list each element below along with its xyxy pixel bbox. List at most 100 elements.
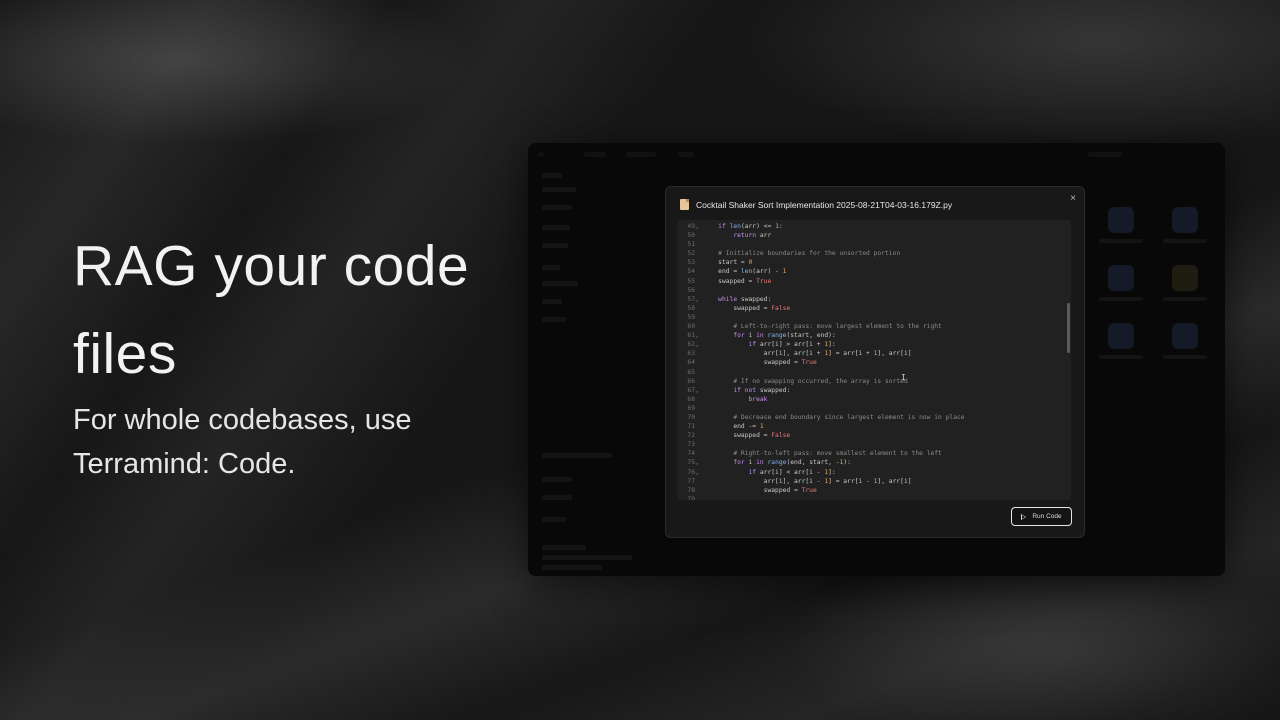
fold-chevron-icon[interactable]: ⌄ <box>695 458 703 467</box>
line-number: 57 <box>687 295 695 303</box>
code-line: 76⌄ if arr[i] < arr[i - 1]: <box>679 468 1071 477</box>
hero-subline: For whole codebases, use Terramind: Code… <box>73 404 412 480</box>
fold-chevron-icon <box>695 377 703 386</box>
code-text: break <box>748 395 768 403</box>
code-line: 79 <box>679 495 1071 500</box>
play-icon <box>1021 513 1027 520</box>
code-text: swapped = False <box>703 432 791 440</box>
line-number: 54 <box>687 268 695 276</box>
code-line: 51 <box>679 240 1071 249</box>
code-text: for i in range(end, start, -1): <box>733 459 851 467</box>
code-line: 64 swapped = True <box>679 358 1071 367</box>
code-line: 56 <box>679 286 1071 295</box>
code-line: 77 arr[i], arr[i - 1] = arr[i - 1], arr[… <box>679 477 1071 486</box>
fold-chevron-icon[interactable]: ⌄ <box>695 386 703 395</box>
code-text: if not swapped: <box>733 386 791 394</box>
line-number: 73 <box>687 441 695 449</box>
code-line: 71 end -= 1 <box>679 422 1071 431</box>
line-number: 74 <box>687 450 695 458</box>
python-file-icon <box>680 199 689 210</box>
fold-chevron-icon[interactable]: ⌄ <box>695 468 703 477</box>
fold-chevron-icon <box>695 431 703 440</box>
code-text: # Left-to-right pass: move largest eleme… <box>733 323 942 331</box>
fold-chevron-icon <box>695 368 703 377</box>
fold-chevron-icon <box>695 449 703 458</box>
code-line: 60 # Left-to-right pass: move largest el… <box>679 322 1071 331</box>
code-text: arr[i], arr[i - 1] = arr[i - 1], arr[i] <box>703 477 912 485</box>
fold-chevron-icon <box>695 249 703 258</box>
code-text: # Decrease end boundary since largest el… <box>733 413 965 421</box>
fold-chevron-icon[interactable]: ⌄ <box>695 340 703 349</box>
line-number: 58 <box>687 304 695 312</box>
code-line: 75⌄ for i in range(end, start, -1): <box>679 458 1071 467</box>
modal-title: Cocktail Shaker Sort Implementation 2025… <box>696 199 953 210</box>
fold-chevron-icon[interactable]: ⌄ <box>695 331 703 340</box>
fold-chevron-icon <box>695 477 703 486</box>
code-text: # Initialize boundaries for the unsorted… <box>718 250 901 258</box>
code-line: 78 swapped = True <box>679 486 1071 495</box>
code-line: 58 swapped = False <box>679 304 1071 313</box>
code-line: 59 <box>679 313 1071 322</box>
code-line: 74 # Right-to-left pass: move smallest e… <box>679 449 1071 458</box>
code-line: 67⌄ if not swapped: <box>679 386 1071 395</box>
fold-chevron-icon <box>695 240 703 249</box>
line-number: 51 <box>687 241 695 249</box>
code-text: return arr <box>733 232 772 240</box>
code-text: # Right-to-left pass: move smallest elem… <box>733 450 942 458</box>
code-text: swapped = True <box>703 359 817 367</box>
code-line: 52 # Initialize boundaries for the unsor… <box>679 249 1071 258</box>
line-number: 68 <box>687 395 695 403</box>
code-line: 53 start = 0 <box>679 258 1071 267</box>
line-number: 50 <box>687 232 695 240</box>
line-number: 76 <box>687 468 695 476</box>
code-line: 65 <box>679 368 1071 377</box>
fold-chevron-icon <box>695 304 703 313</box>
code-lines: 49⌄ if len(arr) <= 1: 50 return arr 51 52 … <box>677 222 1071 500</box>
code-line: 68 break <box>679 395 1071 404</box>
code-viewer[interactable]: 49⌄ if len(arr) <= 1: 50 return arr 51 52 … <box>677 220 1071 500</box>
code-text: start = 0 <box>703 259 753 267</box>
fold-chevron-icon <box>695 404 703 413</box>
line-number: 56 <box>687 286 695 294</box>
code-text: swapped = False <box>703 304 791 312</box>
line-number: 67 <box>687 386 695 394</box>
line-number: 64 <box>687 359 695 367</box>
line-number: 53 <box>687 259 695 267</box>
fold-chevron-icon <box>695 231 703 240</box>
line-number: 65 <box>687 368 695 376</box>
line-number: 63 <box>687 350 695 358</box>
code-line: 63 arr[i], arr[i + 1] = arr[i + 1], arr[… <box>679 349 1071 358</box>
fold-chevron-icon <box>695 286 703 295</box>
run-code-label: Run Code <box>1032 513 1062 520</box>
code-line: 61⌄ for i in range(start, end): <box>679 331 1071 340</box>
fold-chevron-icon <box>695 267 703 276</box>
line-number: 79 <box>687 495 695 500</box>
close-icon[interactable]: × <box>1070 193 1076 204</box>
fold-chevron-icon[interactable]: ⌄ <box>695 222 703 231</box>
code-text: while swapped: <box>718 295 772 303</box>
fold-chevron-icon <box>695 495 703 500</box>
fold-chevron-icon <box>695 486 703 495</box>
code-line: 55 swapped = True <box>679 277 1071 286</box>
line-number: 55 <box>687 277 695 285</box>
modal-header: Cocktail Shaker Sort Implementation 2025… <box>680 199 952 210</box>
code-text: # If no swapping occurred, the array is … <box>733 377 908 385</box>
code-text: swapped = True <box>703 486 817 494</box>
code-line: 50 return arr <box>679 231 1071 240</box>
code-line: 62⌄ if arr[i] > arr[i + 1]: <box>679 340 1071 349</box>
line-number: 62 <box>687 341 695 349</box>
run-code-button[interactable]: Run Code <box>1011 507 1072 526</box>
code-line: 73 <box>679 440 1071 449</box>
fold-chevron-icon[interactable]: ⌄ <box>695 295 703 304</box>
line-number: 66 <box>687 377 695 385</box>
fold-chevron-icon <box>695 440 703 449</box>
code-line: 70 # Decrease end boundary since largest… <box>679 413 1071 422</box>
code-line: 57⌄ while swapped: <box>679 295 1071 304</box>
code-line: 66 # If no swapping occurred, the array … <box>679 377 1071 386</box>
code-line: 54 end = len(arr) - 1 <box>679 267 1071 276</box>
code-line: 69 <box>679 404 1071 413</box>
line-number: 69 <box>687 404 695 412</box>
fold-chevron-icon <box>695 258 703 267</box>
code-scrollbar[interactable] <box>1067 303 1070 353</box>
code-line: 49⌄ if len(arr) <= 1: <box>679 222 1071 231</box>
